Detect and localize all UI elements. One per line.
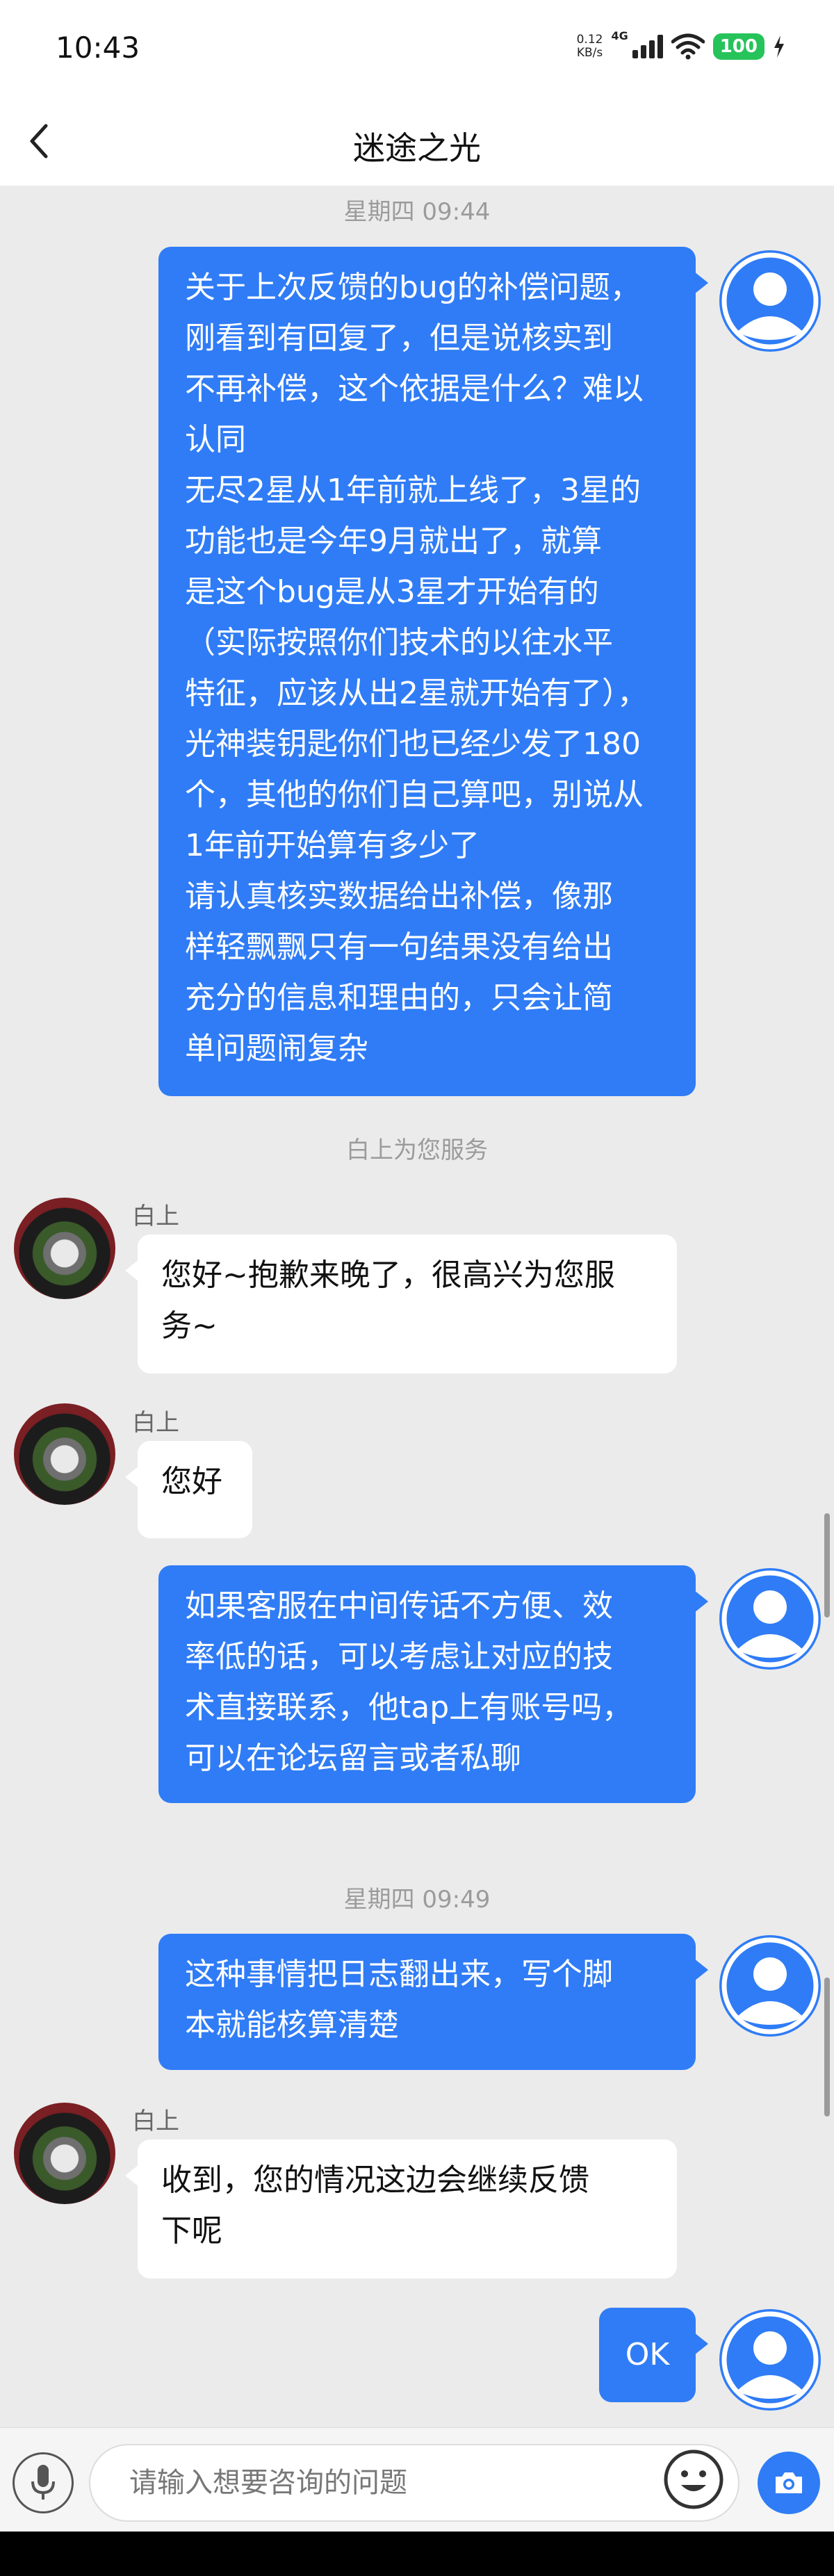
message-line: 关于上次反馈的bug的补偿问题，	[185, 270, 641, 305]
user-message-bubble[interactable]: OK	[599, 2308, 708, 2402]
person-icon	[721, 252, 819, 350]
network-speed-value: 0.12	[576, 33, 603, 47]
user-avatar[interactable]	[719, 1568, 821, 1670]
page-title: 迷途之光	[353, 129, 481, 167]
message-input[interactable]	[129, 2445, 713, 2520]
system-navigation-area	[0, 2532, 834, 2576]
scrollbar[interactable]	[824, 1978, 830, 2117]
wifi-icon	[671, 33, 705, 60]
timestamp-divider: 星期四 09:49	[343, 1886, 491, 1914]
person-icon	[721, 1937, 819, 2035]
agent-message-bubble[interactable]: 您好	[125, 1441, 252, 1538]
message-line: 无尽2星从1年前就上线了，3星的	[185, 473, 641, 508]
message-line: 可以在论坛留言或者私聊	[185, 1741, 521, 1776]
message-line: 特征，应该从出2星就开始有了），	[185, 676, 648, 711]
user-avatar[interactable]	[719, 1935, 821, 2037]
message-line: 是这个bug是从3星才开始有的	[185, 574, 599, 610]
status-indicators: 0.12 KB/s 4G 100	[577, 28, 785, 65]
microphone-icon	[31, 2465, 55, 2500]
message-line: 术直接联系，他tap上有账号吗，	[185, 1690, 633, 1725]
message-line: 务~	[161, 1308, 218, 1344]
message-line: 光神装钥匙你们也已经少发了180	[185, 726, 641, 762]
message-line: 率低的话，可以考虑让对应的技	[185, 1639, 613, 1674]
service-notice: 白上为您服务	[346, 1136, 488, 1164]
input-bar	[0, 2427, 834, 2532]
agent-name: 白上	[132, 1203, 179, 1230]
message-line: 功能也是今年9月就出了，就算	[185, 523, 602, 559]
message-line: 这种事情把日志翻出来，写个脚	[185, 1957, 613, 1992]
user-message-bubble[interactable]: 关于上次反馈的bug的补偿问题， 刚看到有回复了，但是说核实到 不再补偿，这个依…	[158, 247, 708, 1096]
camera-icon	[776, 2472, 802, 2493]
chat-area[interactable]: 星期四 09:44 关于上次反馈的bug的补偿问题， 刚看到有回复了，但是说核实…	[0, 186, 834, 2427]
message-text: OK	[625, 2337, 670, 2372]
message-line: 不再补偿，这个依据是什么？难以	[185, 371, 644, 407]
user-avatar[interactable]	[719, 250, 821, 352]
message-line: 下呢	[161, 2213, 222, 2249]
network-speed: 0.12 KB/s	[577, 33, 603, 60]
agent-name: 白上	[132, 1409, 179, 1437]
user-message-bubble[interactable]: 这种事情把日志翻出来，写个脚 本就能核算清楚	[158, 1934, 708, 2070]
status-time: 10:43	[56, 31, 140, 65]
camera-button[interactable]	[758, 2452, 820, 2514]
agent-name: 白上	[132, 2108, 179, 2135]
message-input-container	[89, 2444, 739, 2522]
nav-bar: 迷途之光	[0, 101, 834, 186]
message-line: （实际按照你们技术的以往水平	[185, 625, 613, 660]
message-line: 单问题闹复杂	[185, 1031, 368, 1066]
message-line: 如果客服在中间传话不方便、效	[185, 1588, 613, 1624]
network-speed-unit: KB/s	[576, 46, 603, 60]
message-text: 您好	[161, 1464, 222, 1499]
message-line: 1年前开始算有多少了	[185, 828, 480, 863]
message-line: 认同	[185, 422, 246, 457]
agent-message-bubble[interactable]: 收到，您的情况这边会继续反馈 下呢	[125, 2139, 677, 2279]
message-line: 收到，您的情况这边会继续反馈	[161, 2162, 589, 2198]
agent-avatar[interactable]	[14, 1403, 115, 1505]
agent-message-bubble[interactable]: 您好~抱歉来晚了，很高兴为您服 务~	[125, 1234, 677, 1373]
scrollbar[interactable]	[824, 1513, 830, 1617]
network-type-label: 4G	[611, 29, 628, 42]
voice-button[interactable]	[13, 2452, 74, 2513]
message-line: 请认真核实数据给出补偿，像那	[185, 879, 613, 914]
message-line: 个，其他的你们自己算吧，别说从	[185, 777, 644, 813]
user-avatar[interactable]	[719, 2309, 821, 2411]
message-line: 样轻飘飘只有一句结果没有给出	[185, 929, 613, 965]
message-line: 您好~抱歉来晚了，很高兴为您服	[161, 1257, 615, 1293]
person-icon	[721, 1570, 819, 1668]
message-line: 本就能核算清楚	[185, 2007, 399, 2043]
smiley-icon	[664, 2449, 723, 2509]
agent-avatar[interactable]	[14, 1198, 115, 1299]
message-line: 刚看到有回复了，但是说核实到	[185, 320, 613, 356]
message-line: 充分的信息和理由的，只会让简	[185, 980, 613, 1016]
person-icon	[721, 2311, 819, 2408]
emoji-button[interactable]	[662, 2447, 726, 2511]
status-bar: 10:43 0.12 KB/s 4G 100	[0, 0, 834, 101]
timestamp-divider: 星期四 09:44	[343, 198, 491, 226]
agent-avatar[interactable]	[14, 2103, 115, 2204]
battery-level: 100	[712, 33, 764, 60]
charging-icon	[774, 35, 784, 58]
signal-icon	[632, 35, 663, 58]
user-message-bubble[interactable]: 如果客服在中间传话不方便、效 率低的话，可以考虑让对应的技 术直接联系，他tap…	[158, 1565, 708, 1803]
